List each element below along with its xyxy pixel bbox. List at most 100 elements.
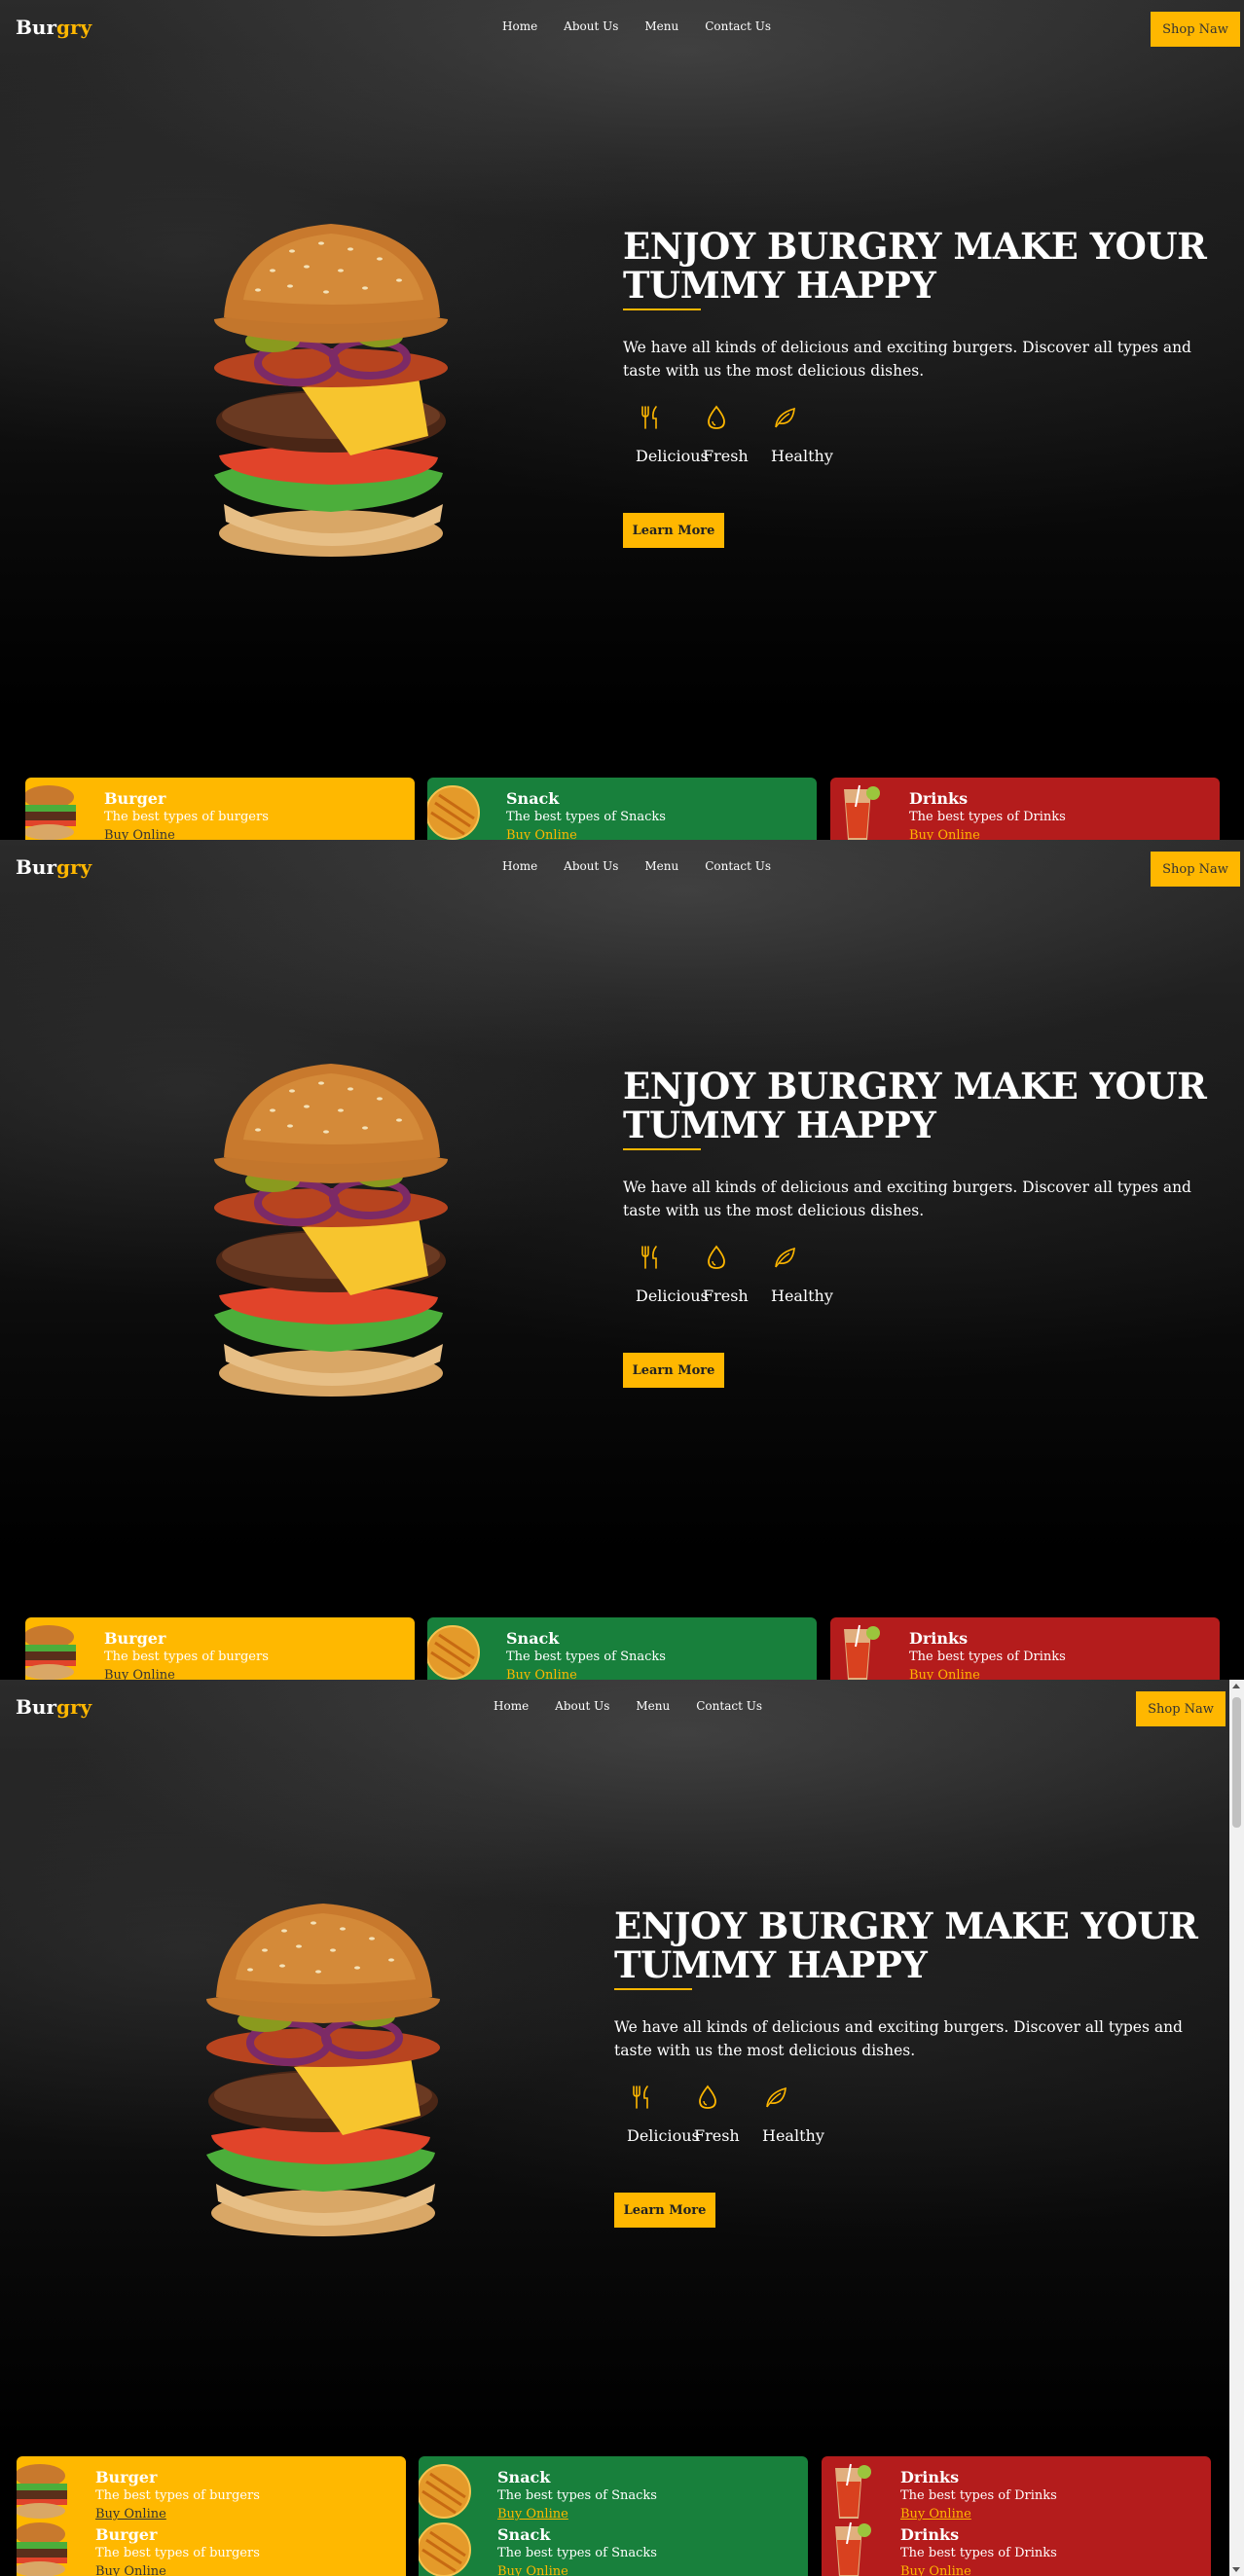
hero-title: ENJOY BURGRY MAKE YOUR TUMMY HAPPY [623, 225, 1207, 307]
shop-now-button[interactable]: Shop Naw [1151, 852, 1240, 887]
card-snack[interactable]: Snack The best types of Snacks Buy Onlin… [419, 2456, 808, 2576]
hero-section-scrolled: Burgry Home About Us Menu Contact Us Sho… [0, 1680, 1244, 2576]
nav-home-link[interactable]: Home [494, 1699, 529, 1713]
buy-online-link[interactable]: Buy Online [95, 2564, 166, 2576]
buy-online-link[interactable]: Buy Online [497, 2564, 568, 2576]
hero-title: ENJOY BURGRY MAKE YOUR TUMMY HAPPY [623, 1065, 1207, 1146]
hero-description: We have all kinds of delicious and excit… [623, 339, 1191, 380]
buy-online-link[interactable]: Buy Online [909, 828, 980, 840]
card-subtitle: The best types of Drinks [909, 1650, 1066, 1664]
vertical-scrollbar[interactable] [1229, 1680, 1244, 2576]
logo[interactable]: Burgry [16, 1695, 91, 1719]
nav-home-link[interactable]: Home [502, 19, 537, 33]
scroll-down-arrow-icon[interactable] [1232, 2567, 1240, 2572]
learn-more-button[interactable]: Learn More [614, 2193, 715, 2228]
feature-label-fresh: Fresh [703, 1287, 749, 1305]
hero-content: ENJOY BURGRY MAKE YOUR TUMMY HAPPY We ha… [623, 225, 1226, 548]
logo-part-1: Bur [16, 1695, 56, 1719]
card-snack[interactable]: Snack The best types of Snacks Buy Onlin… [427, 778, 817, 840]
buy-online-link[interactable]: Buy Online [900, 2564, 971, 2576]
scrollbar-thumb[interactable] [1232, 1697, 1241, 1828]
shop-now-button[interactable]: Shop Naw [1136, 1691, 1226, 1726]
drinks-thumb-image [830, 783, 885, 840]
card-subtitle: The best types of Snacks [506, 810, 666, 824]
leaf-icon [771, 1244, 798, 1271]
leaf-icon [771, 404, 798, 431]
card-subtitle: The best types of Drinks [900, 2546, 1057, 2560]
buy-online-link[interactable]: Buy Online [900, 2507, 971, 2522]
feature-label-fresh: Fresh [694, 2126, 740, 2145]
feature-label-delicious: Delicious [636, 447, 709, 465]
feature-label-healthy: Healthy [771, 447, 833, 465]
nav-menu-link[interactable]: Menu [636, 1699, 670, 1713]
card-title: Burger [104, 1629, 166, 1648]
shop-now-button[interactable]: Shop Naw [1151, 12, 1240, 47]
buy-online-link[interactable]: Buy Online [909, 1668, 980, 1680]
logo-part-2: gry [55, 855, 92, 879]
nav-about-link[interactable]: About Us [555, 1699, 609, 1713]
learn-more-button[interactable]: Learn More [623, 513, 724, 548]
burger-thumb-image [25, 783, 80, 840]
nav-menu-link[interactable]: Menu [644, 19, 678, 33]
hero-description: We have all kinds of delicious and excit… [614, 2018, 1183, 2059]
nav-about-link[interactable]: About Us [564, 859, 618, 873]
learn-more-button[interactable]: Learn More [623, 1353, 724, 1388]
logo-part-1: Bur [16, 855, 56, 879]
drop-icon [694, 2084, 721, 2111]
snack-thumb-image [419, 2521, 473, 2576]
logo-part-1: Bur [16, 16, 56, 39]
card-title: Drinks [909, 789, 969, 808]
card-burger[interactable]: Burger The best types of burgers Buy Onl… [25, 1617, 415, 1680]
scroll-up-arrow-icon[interactable] [1232, 1684, 1240, 1688]
hero-content: ENJOY BURGRY MAKE YOUR TUMMY HAPPY We ha… [623, 1065, 1226, 1388]
leaf-icon [762, 2084, 789, 2111]
logo[interactable]: Burgry [16, 16, 91, 39]
feature-label-healthy: Healthy [762, 2126, 824, 2145]
card-subtitle: The best types of burgers [95, 2546, 260, 2560]
card-drinks[interactable]: Drinks The best types of Drinks Buy Onli… [830, 1617, 1220, 1680]
card-subtitle: The best types of Snacks [497, 2488, 657, 2503]
card-subtitle: The best types of Snacks [506, 1650, 666, 1664]
nav-contact-link[interactable]: Contact Us [696, 1699, 762, 1713]
nav-contact-link[interactable]: Contact Us [705, 19, 771, 33]
drop-icon [703, 404, 730, 431]
card-subtitle: The best types of Drinks [909, 810, 1066, 824]
nav-contact-link[interactable]: Contact Us [705, 859, 771, 873]
buy-online-link[interactable]: Buy Online [104, 1668, 175, 1680]
buy-online-link[interactable]: Buy Online [95, 2507, 166, 2522]
nav-menu-link[interactable]: Menu [644, 859, 678, 873]
card-subtitle: The best types of Snacks [497, 2546, 657, 2560]
title-underline [614, 1988, 692, 1990]
card-snack[interactable]: Snack The best types of Snacks Buy Onlin… [427, 1617, 817, 1680]
category-cards: Burger The best types of burgers Buy Onl… [25, 778, 1221, 840]
hero-title: ENJOY BURGRY MAKE YOUR TUMMY HAPPY [614, 1905, 1198, 1986]
logo[interactable]: Burgry [16, 855, 91, 879]
nav-menu: Home About Us Menu Contact Us [502, 19, 771, 33]
card-drinks[interactable]: Drinks The best types of Drinks Buy Onli… [830, 778, 1220, 840]
card-title: Drinks [909, 1629, 969, 1648]
card-title: Snack [506, 1629, 560, 1648]
card-subtitle: The best types of burgers [104, 1650, 269, 1664]
hero-content: ENJOY BURGRY MAKE YOUR TUMMY HAPPY We ha… [614, 1905, 1218, 2228]
drinks-thumb-image [822, 2462, 876, 2521]
buy-online-link[interactable]: Buy Online [497, 2507, 568, 2522]
fork-knife-icon [637, 1244, 664, 1271]
burger-image [185, 1052, 467, 1402]
nav-home-link[interactable]: Home [502, 859, 537, 873]
features: Delicious Fresh Healthy [623, 1244, 1226, 1312]
drinks-thumb-image [830, 1623, 885, 1680]
card-drinks[interactable]: Drinks The best types of Drinks Buy Onli… [822, 2456, 1211, 2576]
card-subtitle: The best types of burgers [104, 810, 269, 824]
nav-about-link[interactable]: About Us [564, 19, 618, 33]
fork-knife-icon [637, 404, 664, 431]
hero-section: Burgry Home About Us Menu Contact Us Sho… [0, 0, 1244, 840]
snack-thumb-image [427, 783, 482, 840]
card-title: Drinks [900, 2525, 960, 2544]
buy-online-link[interactable]: Buy Online [506, 1668, 577, 1680]
card-burger[interactable]: Burger The best types of burgers Buy Onl… [25, 778, 415, 840]
card-burger[interactable]: Burger The best types of burgers Buy Onl… [17, 2456, 406, 2576]
buy-online-link[interactable]: Buy Online [104, 828, 175, 840]
buy-online-link[interactable]: Buy Online [506, 828, 577, 840]
burger-thumb-image [17, 2462, 71, 2521]
hero-section-repeat: Burgry Home About Us Menu Contact Us Sho… [0, 840, 1244, 1680]
